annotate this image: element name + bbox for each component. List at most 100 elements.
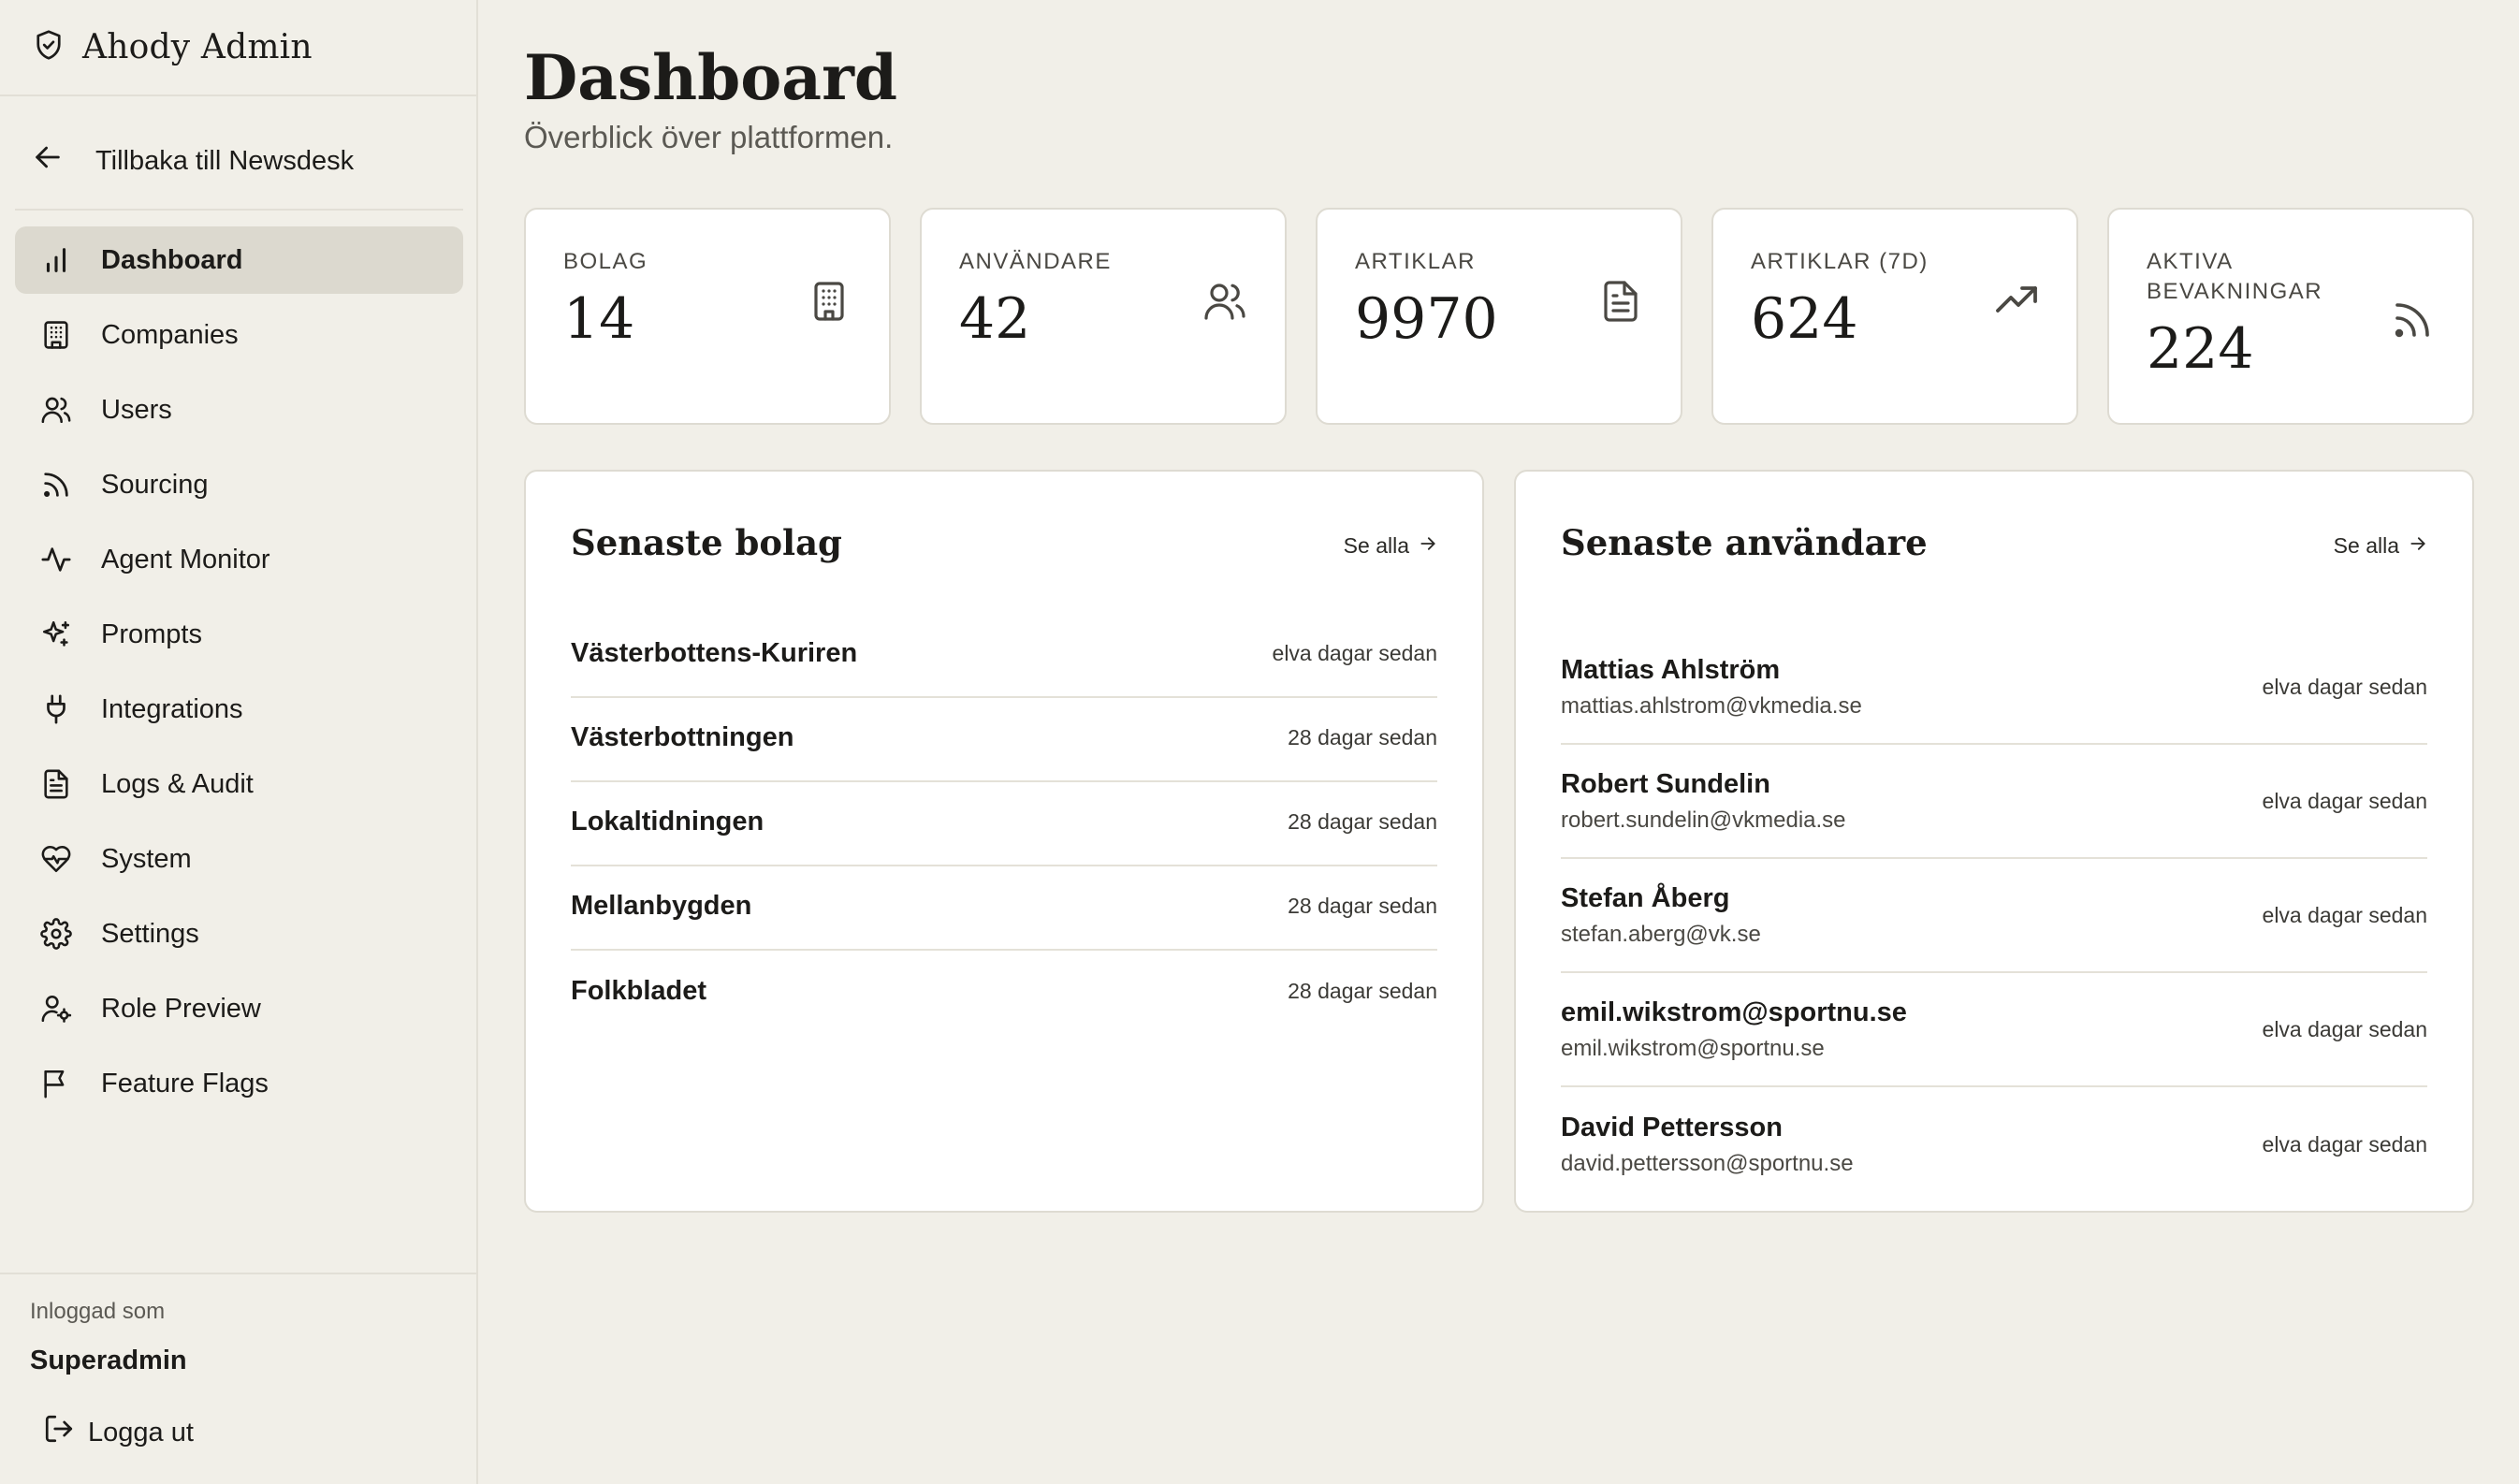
list-item[interactable]: Västerbottningen 28 dagar sedan bbox=[571, 698, 1437, 782]
stat-value: 224 bbox=[2147, 316, 2254, 382]
list-item[interactable]: Mellanbygden 28 dagar sedan bbox=[571, 866, 1437, 951]
sidebar-item-settings[interactable]: Settings bbox=[15, 900, 463, 968]
sidebar-item-prompts[interactable]: Prompts bbox=[15, 601, 463, 668]
created-time: elva dagar sedan bbox=[2262, 1016, 2427, 1041]
brand: Ahody Admin bbox=[0, 0, 476, 96]
sidebar-item-label: Sourcing bbox=[101, 469, 209, 500]
sidebar-footer: Inloggad som Superadmin Logga ut bbox=[0, 1273, 476, 1484]
see-all-companies-link[interactable]: Se alla bbox=[1344, 533, 1437, 559]
sidebar-item-label: Integrations bbox=[101, 693, 243, 724]
sidebar-item-label: Dashboard bbox=[101, 244, 243, 275]
created-time: 28 dagar sedan bbox=[1288, 724, 1437, 749]
created-time: 28 dagar sedan bbox=[1288, 978, 1437, 1003]
sidebar-item-sourcing[interactable]: Sourcing bbox=[15, 451, 463, 518]
stat-label: ANVÄNDARE bbox=[959, 249, 1112, 274]
card-title: Senaste bolag bbox=[571, 522, 842, 563]
card-title: Senaste användare bbox=[1561, 522, 1928, 563]
created-time: elva dagar sedan bbox=[2262, 788, 2427, 813]
stat-label: ARTIKLAR bbox=[1355, 249, 1476, 274]
user-email: stefan.aberg@vk.se bbox=[1561, 921, 1761, 947]
page-subtitle: Överblick över plattformen. bbox=[524, 120, 894, 154]
sidebar-item-label: Feature Flags bbox=[101, 1068, 269, 1098]
sidebar-item-agent-monitor[interactable]: Agent Monitor bbox=[15, 526, 463, 593]
sidebar-item-system[interactable]: System bbox=[15, 825, 463, 893]
stat-card-artiklar: ARTIKLAR 9970 bbox=[1316, 208, 1682, 425]
app-title: Ahody Admin bbox=[82, 28, 313, 66]
list-item[interactable]: Folkbladet 28 dagar sedan bbox=[571, 951, 1437, 1035]
list-item[interactable]: Robert Sundelin robert.sundelin@vkmedia.… bbox=[1561, 745, 2427, 859]
logout-label: Logga ut bbox=[88, 1417, 194, 1448]
logged-in-user: Superadmin bbox=[30, 1346, 187, 1375]
rss-icon bbox=[2390, 298, 2435, 342]
company-name: Västerbottens-Kuriren bbox=[571, 637, 858, 668]
gear-icon bbox=[37, 915, 75, 953]
sidebar-item-label: Companies bbox=[101, 319, 239, 350]
sidebar-item-feature-flags[interactable]: Feature Flags bbox=[15, 1050, 463, 1117]
see-all-label: Se alla bbox=[1343, 533, 1409, 558]
list-item[interactable]: Västerbottens-Kuriren elva dagar sedan bbox=[571, 614, 1437, 698]
rss-icon bbox=[37, 466, 75, 503]
sidebar-item-users[interactable]: Users bbox=[15, 376, 463, 444]
created-time: elva dagar sedan bbox=[2262, 1131, 2427, 1157]
companies-list: Västerbottens-Kuriren elva dagar sedan V… bbox=[571, 614, 1437, 1035]
users-icon bbox=[37, 391, 75, 429]
stat-value: 9970 bbox=[1355, 286, 1498, 352]
sidebar-item-dashboard[interactable]: Dashboard bbox=[15, 226, 463, 294]
logout-button[interactable]: Logga ut bbox=[43, 1409, 194, 1456]
sidebar-item-integrations[interactable]: Integrations bbox=[15, 676, 463, 743]
stats-row: BOLAG 14 ANVÄNDARE 42 ARTIKLAR 9970 ARTI… bbox=[524, 208, 2474, 425]
stat-card-artiklar-7d: ARTIKLAR (7D) 624 bbox=[1711, 208, 2078, 425]
created-time: 28 dagar sedan bbox=[1288, 808, 1437, 834]
sidebar-item-companies[interactable]: Companies bbox=[15, 301, 463, 369]
users-icon bbox=[1202, 279, 1247, 324]
user-email: david.pettersson@sportnu.se bbox=[1561, 1150, 1854, 1176]
user-name: Mattias Ahlström bbox=[1561, 654, 1781, 685]
sidebar-item-label: System bbox=[101, 843, 192, 874]
arrow-right-icon bbox=[2409, 533, 2427, 559]
stat-label: BOLAG bbox=[563, 249, 648, 274]
stat-value: 624 bbox=[1751, 286, 1858, 352]
see-all-label: Se alla bbox=[2333, 533, 2399, 558]
list-item[interactable]: Lokaltidningen 28 dagar sedan bbox=[571, 782, 1437, 866]
user-info: Stefan Åberg stefan.aberg@vk.se bbox=[1561, 883, 1761, 948]
activity-icon bbox=[37, 541, 75, 578]
building-icon bbox=[807, 279, 852, 324]
user-name: emil.wikstrom@sportnu.se bbox=[1561, 997, 1907, 1027]
user-name: Robert Sundelin bbox=[1561, 768, 1770, 799]
company-name: Västerbottningen bbox=[571, 721, 794, 752]
list-item[interactable]: David Pettersson david.pettersson@sportn… bbox=[1561, 1087, 2427, 1201]
sidebar-item-label: Role Preview bbox=[101, 993, 261, 1024]
stat-card-anvandare: ANVÄNDARE 42 bbox=[920, 208, 1287, 425]
plug-icon bbox=[37, 691, 75, 728]
company-name: Lokaltidningen bbox=[571, 806, 764, 837]
company-name: Mellanbygden bbox=[571, 890, 752, 921]
back-to-newsdesk-link[interactable]: Tillbaka till Newsdesk bbox=[32, 129, 461, 193]
list-item[interactable]: emil.wikstrom@sportnu.se emil.wikstrom@s… bbox=[1561, 973, 2427, 1087]
sidebar-item-label: Agent Monitor bbox=[101, 544, 270, 575]
recent-companies-card: Senaste bolag Se alla Västerbottens-Kuri… bbox=[524, 470, 1484, 1213]
stat-value: 14 bbox=[563, 286, 635, 352]
sidebar-item-logs-audit[interactable]: Logs & Audit bbox=[15, 750, 463, 818]
user-name: Stefan Åberg bbox=[1561, 882, 1730, 913]
list-item[interactable]: Mattias Ahlström mattias.ahlstrom@vkmedi… bbox=[1561, 631, 2427, 745]
sidebar-item-label: Prompts bbox=[101, 618, 202, 649]
user-info: emil.wikstrom@sportnu.se emil.wikstrom@s… bbox=[1561, 997, 1907, 1062]
users-list: Mattias Ahlström mattias.ahlstrom@vkmedi… bbox=[1561, 631, 2427, 1201]
user-email: mattias.ahlstrom@vkmedia.se bbox=[1561, 692, 1862, 719]
created-time: elva dagar sedan bbox=[1272, 640, 1437, 665]
trending-up-icon bbox=[1994, 279, 2039, 324]
file-text-icon bbox=[1598, 279, 1643, 324]
arrow-left-icon bbox=[32, 141, 64, 181]
arrow-right-icon bbox=[1419, 533, 1437, 559]
created-time: elva dagar sedan bbox=[2262, 674, 2427, 699]
see-all-users-link[interactable]: Se alla bbox=[2334, 533, 2427, 559]
created-time: 28 dagar sedan bbox=[1288, 893, 1437, 918]
list-item[interactable]: Stefan Åberg stefan.aberg@vk.se elva dag… bbox=[1561, 859, 2427, 973]
bar-chart-icon bbox=[37, 241, 75, 279]
building-icon bbox=[37, 316, 75, 354]
stat-value: 42 bbox=[959, 286, 1031, 352]
sidebar-item-role-preview[interactable]: Role Preview bbox=[15, 975, 463, 1042]
page-title: Dashboard bbox=[524, 41, 897, 114]
shield-icon bbox=[32, 27, 66, 67]
logout-icon bbox=[43, 1413, 75, 1452]
